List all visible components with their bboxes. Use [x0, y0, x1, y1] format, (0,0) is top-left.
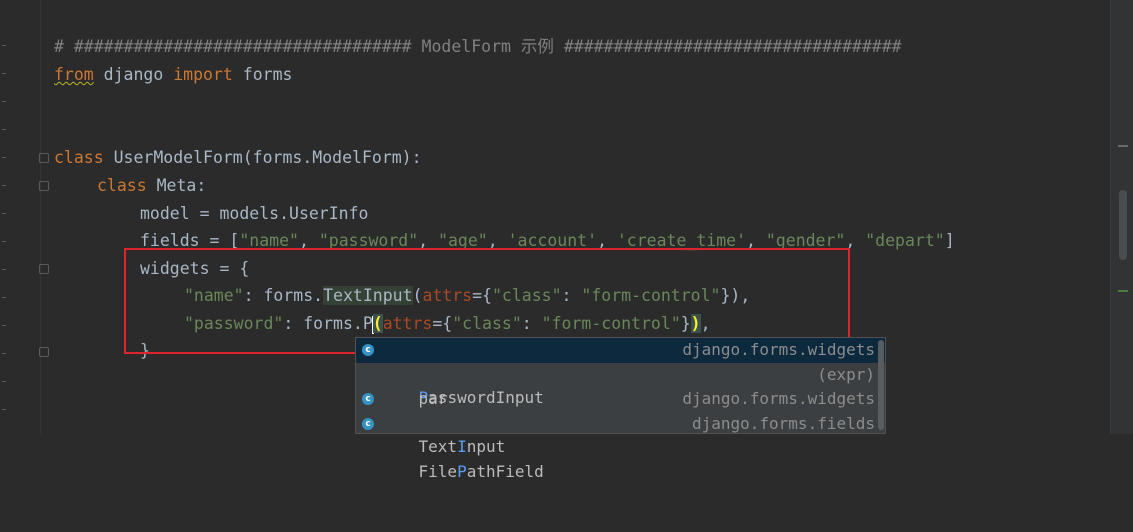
field-depart: "depart"	[865, 231, 945, 250]
gutter-tick	[2, 101, 6, 102]
completion-item-textinput[interactable]: c TextInput django.forms.widgets	[356, 387, 885, 456]
gutter-tick	[2, 157, 6, 158]
gutter-tick	[2, 213, 6, 214]
editor-scrollbar[interactable]	[1119, 190, 1127, 260]
gutter-tick	[2, 45, 6, 46]
from-keyword: from	[54, 65, 94, 84]
class-keyword: class	[54, 148, 104, 167]
gutter-tick	[2, 297, 6, 298]
import-line: from django import forms	[54, 63, 292, 87]
completion-item-par[interactable]: par (expr)	[356, 363, 885, 408]
completion-source: (expr)	[817, 364, 875, 384]
fold-widgets-icon[interactable]	[39, 264, 49, 274]
fold-end-icon[interactable]	[39, 347, 49, 357]
comment-line: # ################################## Mod…	[54, 37, 902, 56]
import-keyword: import	[173, 65, 233, 84]
completion-source: django.forms.widgets	[682, 340, 875, 359]
fields-suffix: ]	[944, 231, 955, 250]
gutter-tick	[2, 353, 6, 354]
gutter-tick	[2, 325, 6, 326]
module-name: django	[93, 65, 174, 84]
gutter-tick	[2, 381, 6, 382]
import-target: forms	[232, 65, 293, 84]
gutter-tick	[2, 185, 6, 186]
line-gutter	[0, 0, 41, 434]
class-signature: UserModelForm(forms.ModelForm):	[103, 148, 422, 167]
completion-item-filepathfield[interactable]: c FilePathField django.forms.fields	[356, 412, 885, 481]
gutter-tick	[2, 269, 6, 270]
class-icon: c	[362, 417, 374, 430]
meta-class-keyword: class	[97, 176, 147, 195]
completion-item-passwordinput[interactable]: c PasswordInput django.forms.widgets	[356, 338, 885, 407]
popup-scrollbar[interactable]	[878, 340, 884, 430]
completion-label: TextInput	[418, 437, 506, 456]
right-tool-strip	[1110, 0, 1133, 434]
gutter-tick	[2, 241, 6, 242]
fold-class-icon[interactable]	[39, 153, 49, 163]
model-line: model = models.UserInfo	[140, 204, 369, 223]
class-icon: c	[362, 344, 374, 356]
completion-source: django.forms.fields	[691, 413, 875, 433]
class-icon: c	[362, 393, 374, 405]
meta-line: class Meta:	[97, 174, 206, 198]
completion-source: django.forms.widgets	[682, 389, 875, 408]
gutter-tick	[2, 409, 6, 410]
class-line: class UserModelForm(forms.ModelForm):	[54, 146, 422, 170]
gutter-tick	[2, 129, 6, 130]
fold-meta-icon[interactable]	[39, 181, 49, 191]
gutter-mark	[1118, 290, 1128, 292]
completion-label: FilePathField	[418, 461, 544, 481]
gutter-tick	[2, 73, 6, 74]
autocomplete-popup[interactable]: c PasswordInput django.forms.widgets par…	[355, 337, 886, 481]
meta-signature: Meta:	[146, 176, 207, 195]
gutter-mark	[1118, 145, 1128, 147]
